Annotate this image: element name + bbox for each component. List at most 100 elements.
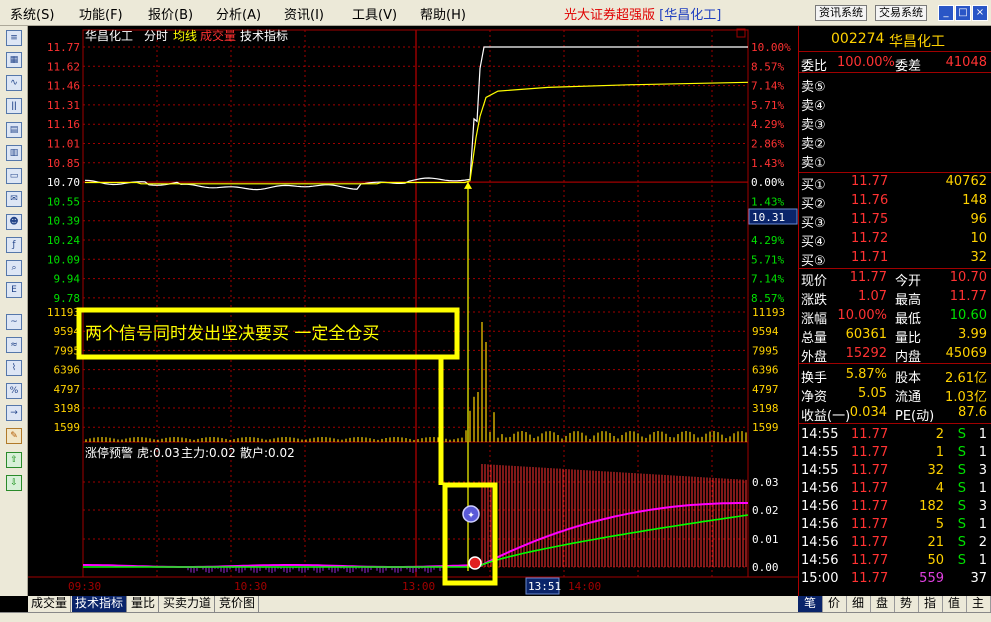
minimize-icon[interactable]: _ [938,5,954,21]
sell-row: 卖④ [799,94,991,114]
arrow-up-icon[interactable]: ⇧ [6,452,22,468]
trade-price: 11.77 [851,553,889,568]
trade-row: 14:56 11.77 4 S 1 [799,480,991,498]
maximize-icon[interactable]: □ [955,5,971,21]
chart-header-label: 技术指标 [240,28,288,43]
intraday-chart-area[interactable]: 11.77 10.00% 11.62 8.57% 11.46 7.14% 11.31 5.71… [28,26,798,596]
tab-detail[interactable]: 细 [846,596,871,612]
trade-count: 3 [978,499,987,514]
menu-tools[interactable]: 工具(V) [352,4,397,23]
tab-index[interactable]: 指 [918,596,943,612]
tab-volume-ratio[interactable]: 量比 [128,596,160,612]
menu-info[interactable]: 资讯(I) [284,4,324,23]
report-icon[interactable]: ▥ [6,145,22,161]
menu-analysis[interactable]: 分析(A) [216,4,261,23]
weibi-row: 委比 100.00% 委差 41048 [799,54,991,74]
percent-tick-label: 8.57% [751,292,784,305]
sell-label: 卖② [801,137,826,152]
chart-canvas[interactable]: 11.77 10.00% 11.62 8.57% 11.46 7.14% 11.31 5.71… [28,26,798,596]
trade-count: 1 [978,517,987,532]
tab-indicator[interactable]: 技术指标 [72,596,128,612]
trade-row: 14:56 11.77 50 S 1 [799,552,991,570]
formula-icon[interactable]: ƒ [6,237,22,253]
search-icon[interactable]: ⌕ [6,260,22,276]
percent-icon[interactable]: % [6,383,22,399]
tab-ticks[interactable]: 笔 [798,596,823,612]
indicator-tick-label: 0.03 [752,476,779,489]
trade-price: 11.77 [851,481,889,496]
menu-quote[interactable]: 报价(B) [148,4,193,23]
cursor-time-label: 13:51 [528,580,561,593]
tab-board[interactable]: 盘 [870,596,895,612]
buy-volume: 148 [962,193,987,208]
indicator-icon[interactable]: ⌇ [6,360,22,376]
buy-row: 买① 11.77 40762 [799,173,991,193]
trade-flag: S [957,553,966,568]
percent-tick-label: 7.14% [751,80,784,93]
tab-auction[interactable]: 竞价图 [216,596,260,612]
percent-tick-label: 10.00% [751,41,791,54]
menu-system[interactable]: 系统(S) [10,4,54,23]
stat-label: PE(动) [895,409,935,424]
tab-buy-sell-force[interactable]: 买卖力道 [160,596,216,612]
volume-tick-label: 1599 [54,421,81,434]
stat-value: 15292 [845,346,887,361]
svg-text:✦: ✦ [467,511,475,521]
percent-tick-label: 8.57% [751,60,784,73]
line-chart-icon[interactable]: ∿ [6,75,22,91]
trade-system-button[interactable]: 交易系统 [875,5,927,21]
pencil-icon[interactable]: ✎ [6,428,22,444]
trade-flag: S [957,535,966,550]
compare-icon[interactable]: ≈ [6,337,22,353]
quote-tabs: 笔 价 细 盘 势 指 值 主 [798,596,991,612]
stat-label: 总量 [801,331,828,346]
buy-row: 买③ 11.75 96 [799,211,991,231]
trade-price: 11.77 [851,463,889,478]
trade-volume: 1 [935,445,944,460]
kline-icon[interactable]: ǀǀ [6,98,22,114]
trade-count: 1 [978,553,987,568]
price-tick-label: 11.16 [47,118,80,131]
trade-row: 15:00 11.77 559 37 [799,570,991,588]
arrow-down-icon[interactable]: ⇩ [6,475,22,491]
trade-time: 14:56 [801,535,839,550]
stat-label: 最高 [895,293,922,308]
trade-flag: S [957,463,966,478]
sell-label: 卖④ [801,99,826,114]
export-icon[interactable]: → [6,405,22,421]
mail-icon[interactable]: ✉ [6,191,22,207]
menu-help[interactable]: 帮助(H) [420,4,466,23]
tab-main[interactable]: 主 [966,596,991,612]
time-tick-label: 10:30 [234,580,267,593]
stat-row: 收益(一) 0.034 PE(动) 87.6 [799,404,991,424]
quote-list-icon[interactable]: ≡ [6,30,22,46]
trade-row: 14:56 11.77 182 S 3 [799,498,991,516]
price-tick-label: 11.77 [47,41,80,54]
tab-volume[interactable]: 成交量 [28,596,72,612]
grid-icon[interactable]: ▦ [6,52,22,68]
etf-icon[interactable]: E [6,282,22,298]
price-tick-label: 10.55 [47,195,80,208]
buy-volume: 40762 [945,174,987,189]
volume-tick-label: 1599 [752,421,779,434]
price-tick-label: 9.94 [54,273,81,286]
stat-value: 11.77 [949,289,987,304]
document-icon[interactable]: ▭ [6,168,22,184]
menu-function[interactable]: 功能(F) [79,4,123,23]
close-icon[interactable]: × [972,5,988,21]
info-system-button[interactable]: 资讯系统 [815,5,867,21]
trend-icon[interactable]: ~ [6,314,22,330]
tab-price[interactable]: 价 [822,596,847,612]
trade-time: 15:00 [801,571,839,586]
trade-price: 11.77 [851,427,889,442]
tab-value[interactable]: 值 [942,596,967,612]
table-icon[interactable]: ▤ [6,122,22,138]
percent-tick-label: 1.43% [751,157,784,170]
stock-code: 002274 [831,31,885,47]
trade-flag: S [957,499,966,514]
stat-label: 今开 [895,274,922,289]
stat-row: 涨跌 1.07 最高 11.77 [799,288,991,308]
users-icon[interactable]: ☻ [6,214,22,230]
tab-trend[interactable]: 势 [894,596,919,612]
cursor-price-label: 10.31 [752,211,785,224]
